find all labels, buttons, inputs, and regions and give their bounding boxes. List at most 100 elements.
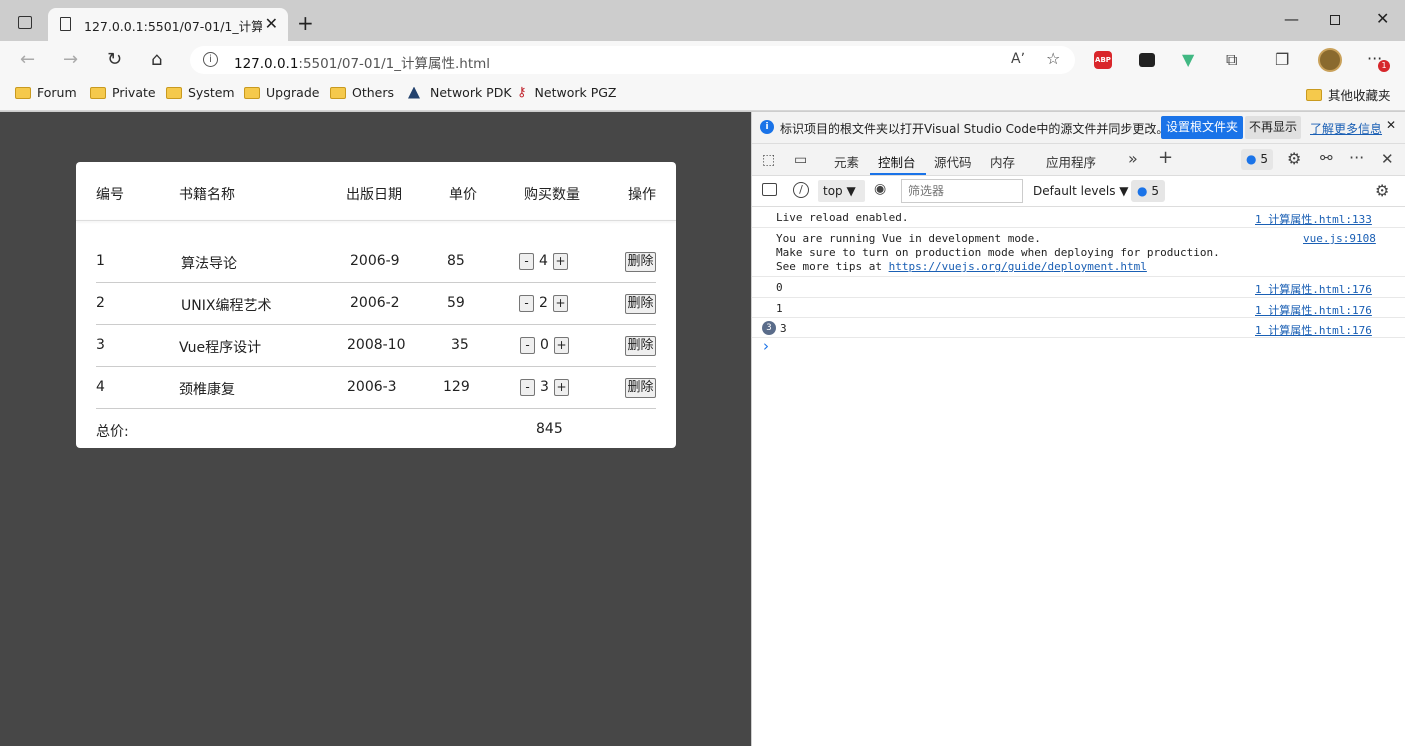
delete-button[interactable]: 删除 bbox=[625, 336, 656, 356]
new-tab-icon[interactable]: + bbox=[297, 11, 314, 35]
log-source-link[interactable]: 1 计算属性.html:176 bbox=[1255, 322, 1372, 338]
vue-devtools-icon[interactable]: ▼ bbox=[1182, 50, 1194, 69]
inspect-icon[interactable]: ⬚ bbox=[762, 152, 775, 168]
row-name: 算法导论 bbox=[181, 256, 237, 272]
active-tab-indicator bbox=[870, 173, 926, 175]
increment-button[interactable]: + bbox=[553, 295, 568, 312]
log-source-link[interactable]: vue.js:9108 bbox=[1303, 232, 1376, 245]
bookmark-private[interactable]: Private bbox=[90, 85, 156, 100]
row-price: 35 bbox=[451, 337, 469, 353]
collections-icon[interactable]: ❐ bbox=[1275, 50, 1289, 69]
close-devtools-icon[interactable]: ✕ bbox=[1381, 150, 1394, 168]
close-infobar-icon[interactable]: ✕ bbox=[1386, 118, 1396, 132]
decrement-button[interactable]: - bbox=[520, 337, 535, 354]
decrement-button[interactable]: - bbox=[519, 295, 534, 312]
increment-button[interactable]: + bbox=[554, 337, 569, 354]
log-source-link[interactable]: 1 计算属性.html:176 bbox=[1255, 281, 1372, 297]
set-root-folder-button[interactable]: 设置根文件夹 bbox=[1161, 116, 1244, 139]
bookmark-label: Network PGZ bbox=[534, 85, 617, 100]
learn-more-link[interactable]: 了解更多信息 bbox=[1310, 120, 1382, 137]
customize-icon[interactable]: ⚯ bbox=[1320, 149, 1333, 167]
row-divider bbox=[96, 324, 656, 325]
bookmark-system[interactable]: System bbox=[166, 85, 235, 100]
bookmark-network-pdk[interactable]: Network PDK bbox=[408, 85, 512, 100]
bookmark-label: Forum bbox=[37, 85, 77, 100]
extension-dark-icon[interactable] bbox=[1139, 53, 1155, 67]
log-source-link[interactable]: 1 计算属性.html:133 bbox=[1255, 211, 1372, 227]
other-bookmarks[interactable]: 其他收藏夹 bbox=[1306, 85, 1391, 104]
adblock-icon[interactable]: ABP bbox=[1094, 51, 1112, 69]
more-options-icon[interactable]: ··· bbox=[1349, 148, 1364, 167]
info-icon[interactable]: i bbox=[203, 52, 218, 67]
more-tabs-icon[interactable]: » bbox=[1128, 149, 1138, 168]
bookmark-others[interactable]: Others bbox=[330, 85, 394, 100]
add-tab-icon[interactable]: + bbox=[1158, 147, 1173, 168]
tab-elements[interactable]: 元素 bbox=[834, 152, 859, 171]
messages-counter[interactable]: ● 5 bbox=[1131, 180, 1165, 202]
log-entry: 0 1 计算属性.html:176 bbox=[752, 277, 1405, 298]
tab-console[interactable]: 控制台 bbox=[878, 152, 916, 171]
delete-button[interactable]: 删除 bbox=[625, 378, 656, 398]
device-toolbar-icon[interactable]: ▭ bbox=[794, 152, 807, 168]
deployment-guide-link[interactable]: https://vuejs.org/guide/deployment.html bbox=[889, 260, 1147, 273]
network-icon bbox=[408, 86, 420, 99]
infobar-text: 标识项目的根文件夹以打开Visual Studio Code中的源文件并同步更改… bbox=[780, 122, 1169, 136]
tab-sources[interactable]: 源代码 bbox=[934, 152, 972, 171]
tab-actions-icon[interactable] bbox=[18, 16, 32, 29]
bookmark-network-pgz[interactable]: ⚷ Network PGZ bbox=[517, 85, 616, 100]
log-source-link[interactable]: 1 计算属性.html:176 bbox=[1255, 302, 1372, 318]
tab-application[interactable]: 应用程序 bbox=[1046, 152, 1096, 171]
log-entry: 1 1 计算属性.html:176 bbox=[752, 298, 1405, 318]
delete-button[interactable]: 删除 bbox=[625, 294, 656, 314]
row-count: 2 bbox=[539, 295, 548, 311]
address-text[interactable]: 127.0.0.1:5501/07-01/1_计算属性.html bbox=[234, 52, 490, 72]
console-settings-icon[interactable]: ⚙ bbox=[1375, 181, 1389, 200]
row-date: 2008-10 bbox=[347, 337, 406, 353]
info-icon: i bbox=[760, 120, 774, 134]
sidebar-toggle-icon[interactable] bbox=[762, 183, 777, 196]
folder-icon bbox=[244, 86, 260, 99]
close-tab-icon[interactable]: ✕ bbox=[265, 14, 278, 33]
log-text: 0 bbox=[776, 281, 783, 294]
row-price: 59 bbox=[447, 295, 465, 311]
bookmark-forum[interactable]: Forum bbox=[15, 85, 77, 100]
dont-show-again-button[interactable]: 不再显示 bbox=[1245, 116, 1302, 139]
increment-button[interactable]: + bbox=[553, 253, 568, 270]
live-expression-eye-icon[interactable]: ◉ bbox=[874, 181, 886, 197]
delete-button[interactable]: 删除 bbox=[625, 252, 656, 272]
close-window-icon[interactable]: ✕ bbox=[1376, 9, 1389, 28]
row-date: 2006-2 bbox=[350, 295, 400, 311]
log-text: 1 bbox=[776, 302, 783, 315]
settings-gear-icon[interactable]: ⚙ bbox=[1287, 149, 1301, 168]
log-levels-dropdown[interactable]: Default levels ▼ bbox=[1033, 184, 1129, 198]
avatar[interactable] bbox=[1318, 48, 1342, 72]
levels-value: Default levels bbox=[1033, 184, 1116, 198]
repeat-count-badge: 3 bbox=[762, 321, 776, 335]
filter-input[interactable] bbox=[901, 179, 1023, 203]
forward-icon[interactable]: → bbox=[63, 49, 78, 70]
log-entry: 3 3 1 计算属性.html:176 bbox=[752, 318, 1405, 338]
bookmark-label: System bbox=[188, 85, 235, 100]
maximize-icon[interactable] bbox=[1330, 15, 1340, 25]
home-icon[interactable]: ⌂ bbox=[151, 49, 162, 70]
back-icon[interactable]: ← bbox=[20, 49, 35, 70]
console-prompt[interactable]: › bbox=[763, 337, 769, 355]
folder-icon bbox=[90, 86, 106, 99]
tab-memory[interactable]: 内存 bbox=[990, 152, 1015, 171]
row-id: 2 bbox=[96, 295, 105, 311]
header-id: 编号 bbox=[96, 187, 124, 203]
increment-button[interactable]: + bbox=[554, 379, 569, 396]
clear-console-icon[interactable]: / bbox=[793, 182, 809, 198]
read-aloud-icon[interactable]: A՚ bbox=[1011, 51, 1025, 67]
decrement-button[interactable]: - bbox=[520, 379, 535, 396]
extensions-icon[interactable]: ⧉ bbox=[1226, 50, 1237, 70]
browser-tab[interactable]: 127.0.0.1:5501/07-01/1_计算属性 ✕ bbox=[48, 8, 288, 42]
issues-counter[interactable]: ● 5 bbox=[1241, 149, 1273, 170]
context-selector[interactable]: top ▼ bbox=[818, 180, 865, 202]
refresh-icon[interactable]: ↻ bbox=[107, 49, 122, 70]
row-date: 2006-3 bbox=[347, 379, 397, 395]
bookmark-upgrade[interactable]: Upgrade bbox=[244, 85, 319, 100]
minimize-icon[interactable]: — bbox=[1284, 10, 1299, 28]
favorite-star-icon[interactable]: ☆ bbox=[1046, 49, 1060, 68]
decrement-button[interactable]: - bbox=[519, 253, 534, 270]
